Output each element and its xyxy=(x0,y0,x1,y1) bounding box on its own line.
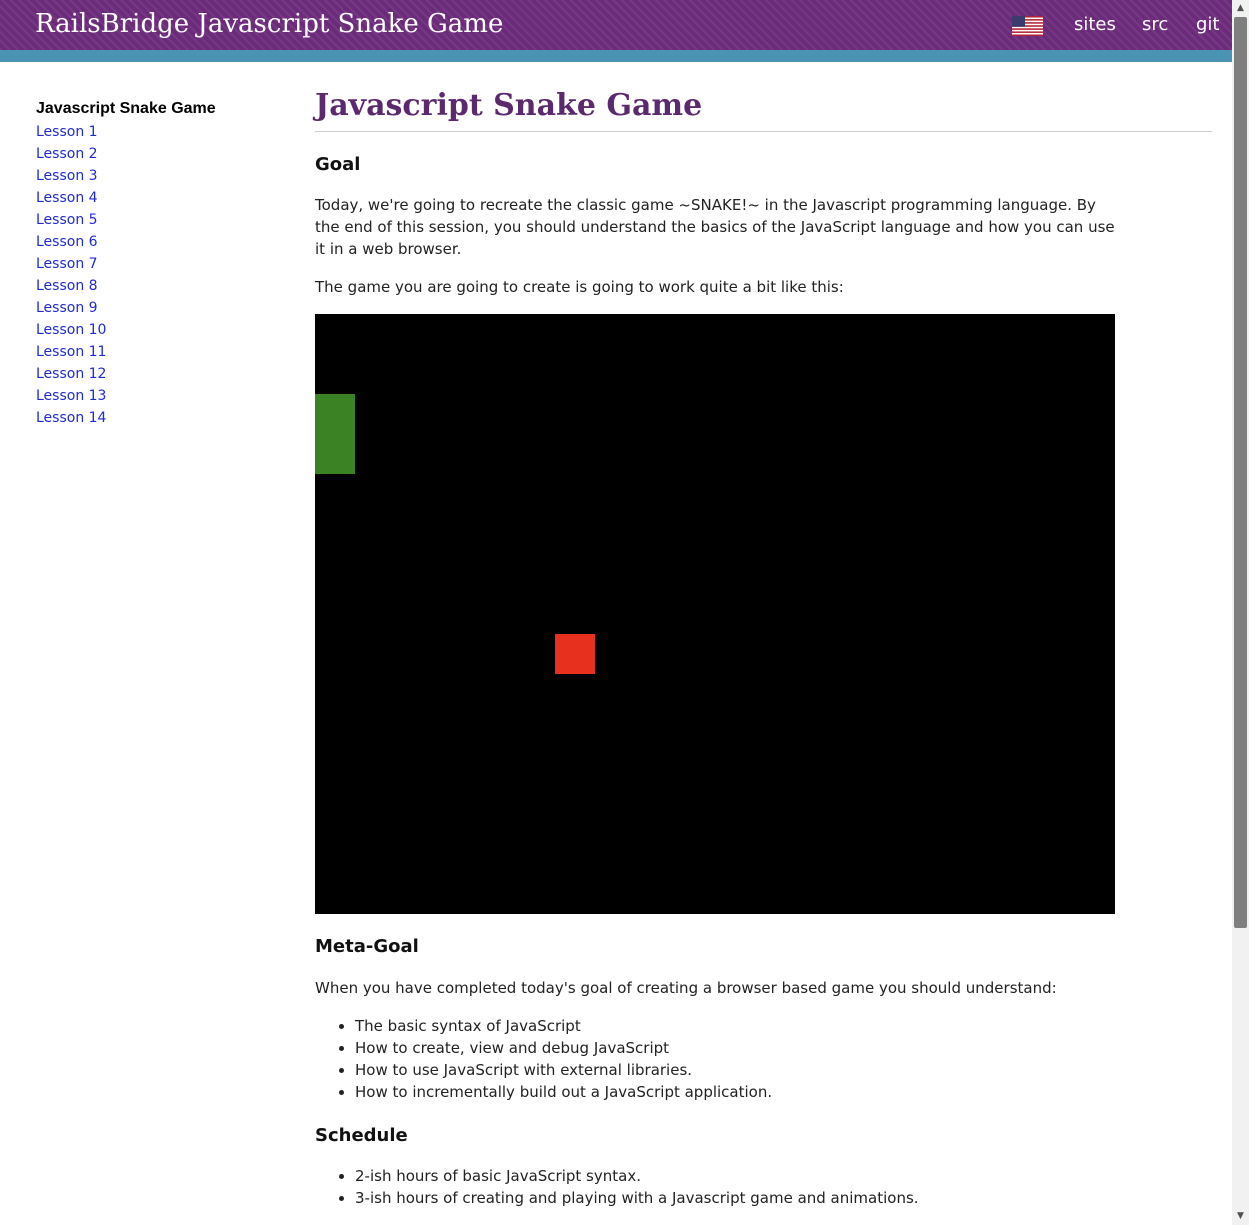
lesson-link-11[interactable]: Lesson 11 xyxy=(36,344,106,360)
page-title: Javascript Snake Game xyxy=(315,87,1212,132)
meta-goal-list: The basic syntax of JavaScript How to cr… xyxy=(315,1015,772,1103)
lesson-link-6[interactable]: Lesson 6 xyxy=(36,234,98,250)
meta-goal-heading: Meta-Goal xyxy=(315,936,419,957)
sidebar-toc: Javascript Snake Game Lesson 1 Lesson 2 … xyxy=(36,97,276,429)
lesson-link-14[interactable]: Lesson 14 xyxy=(36,410,106,426)
list-item: 2-ish hours of basic JavaScript syntax. xyxy=(355,1165,919,1187)
goal-heading: Goal xyxy=(315,154,361,175)
list-item: Lesson 2 xyxy=(36,143,276,165)
sites-link[interactable]: sites xyxy=(1074,12,1116,38)
game-intro-paragraph: The game you are going to create is goin… xyxy=(315,278,844,296)
list-item: Lesson 13 xyxy=(36,385,276,407)
site-title[interactable]: RailsBridge Javascript Snake Game xyxy=(35,6,503,42)
list-item: Lesson 6 xyxy=(36,231,276,253)
meta-goal-paragraph: When you have completed today's goal of … xyxy=(315,979,1057,997)
list-item: 3-ish hours of creating and playing with… xyxy=(355,1187,919,1209)
list-item: How to use JavaScript with external libr… xyxy=(355,1059,772,1081)
lesson-link-9[interactable]: Lesson 9 xyxy=(36,300,98,316)
snake-game-canvas[interactable] xyxy=(315,314,1115,914)
schedule-list: 2-ish hours of basic JavaScript syntax. … xyxy=(315,1165,919,1209)
list-item: Lesson 11 xyxy=(36,341,276,363)
list-item: Lesson 9 xyxy=(36,297,276,319)
list-item: The basic syntax of JavaScript xyxy=(355,1015,772,1037)
site-header: RailsBridge Javascript Snake Game sites … xyxy=(0,0,1232,62)
apple xyxy=(555,634,595,674)
vertical-scrollbar[interactable]: ▲ ▼ xyxy=(1232,0,1249,1225)
src-link[interactable]: src xyxy=(1142,12,1168,38)
lesson-list: Lesson 1 Lesson 2 Lesson 3 Lesson 4 Less… xyxy=(36,121,276,429)
lesson-link-3[interactable]: Lesson 3 xyxy=(36,168,98,184)
list-item: Lesson 8 xyxy=(36,275,276,297)
lesson-link-2[interactable]: Lesson 2 xyxy=(36,146,98,162)
scroll-down-arrow-icon[interactable]: ▼ xyxy=(1232,1208,1249,1225)
list-item: How to incrementally build out a JavaScr… xyxy=(355,1081,772,1103)
lesson-link-8[interactable]: Lesson 8 xyxy=(36,278,98,294)
list-item: Lesson 3 xyxy=(36,165,276,187)
list-item: Lesson 12 xyxy=(36,363,276,385)
scrollbar-thumb[interactable] xyxy=(1234,17,1247,928)
list-item: Lesson 10 xyxy=(36,319,276,341)
list-item: Lesson 14 xyxy=(36,407,276,429)
lesson-link-7[interactable]: Lesson 7 xyxy=(36,256,98,272)
list-item: How to create, view and debug JavaScript xyxy=(355,1037,772,1059)
lesson-link-12[interactable]: Lesson 12 xyxy=(36,366,106,382)
us-flag-icon[interactable] xyxy=(1012,16,1043,36)
lesson-link-4[interactable]: Lesson 4 xyxy=(36,190,98,206)
lesson-link-5[interactable]: Lesson 5 xyxy=(36,212,98,228)
list-item: Lesson 4 xyxy=(36,187,276,209)
lesson-link-1[interactable]: Lesson 1 xyxy=(36,124,98,140)
git-link[interactable]: git xyxy=(1196,12,1219,38)
list-item: Lesson 1 xyxy=(36,121,276,143)
list-item: Lesson 5 xyxy=(36,209,276,231)
goal-paragraph: Today, we're going to recreate the class… xyxy=(315,196,1115,258)
list-item: Lesson 7 xyxy=(36,253,276,275)
toc-title: Javascript Snake Game xyxy=(36,100,216,117)
scroll-up-arrow-icon[interactable]: ▲ xyxy=(1232,0,1249,17)
snake xyxy=(315,394,355,474)
schedule-heading: Schedule xyxy=(315,1125,408,1146)
lesson-link-13[interactable]: Lesson 13 xyxy=(36,388,106,404)
lesson-link-10[interactable]: Lesson 10 xyxy=(36,322,106,338)
